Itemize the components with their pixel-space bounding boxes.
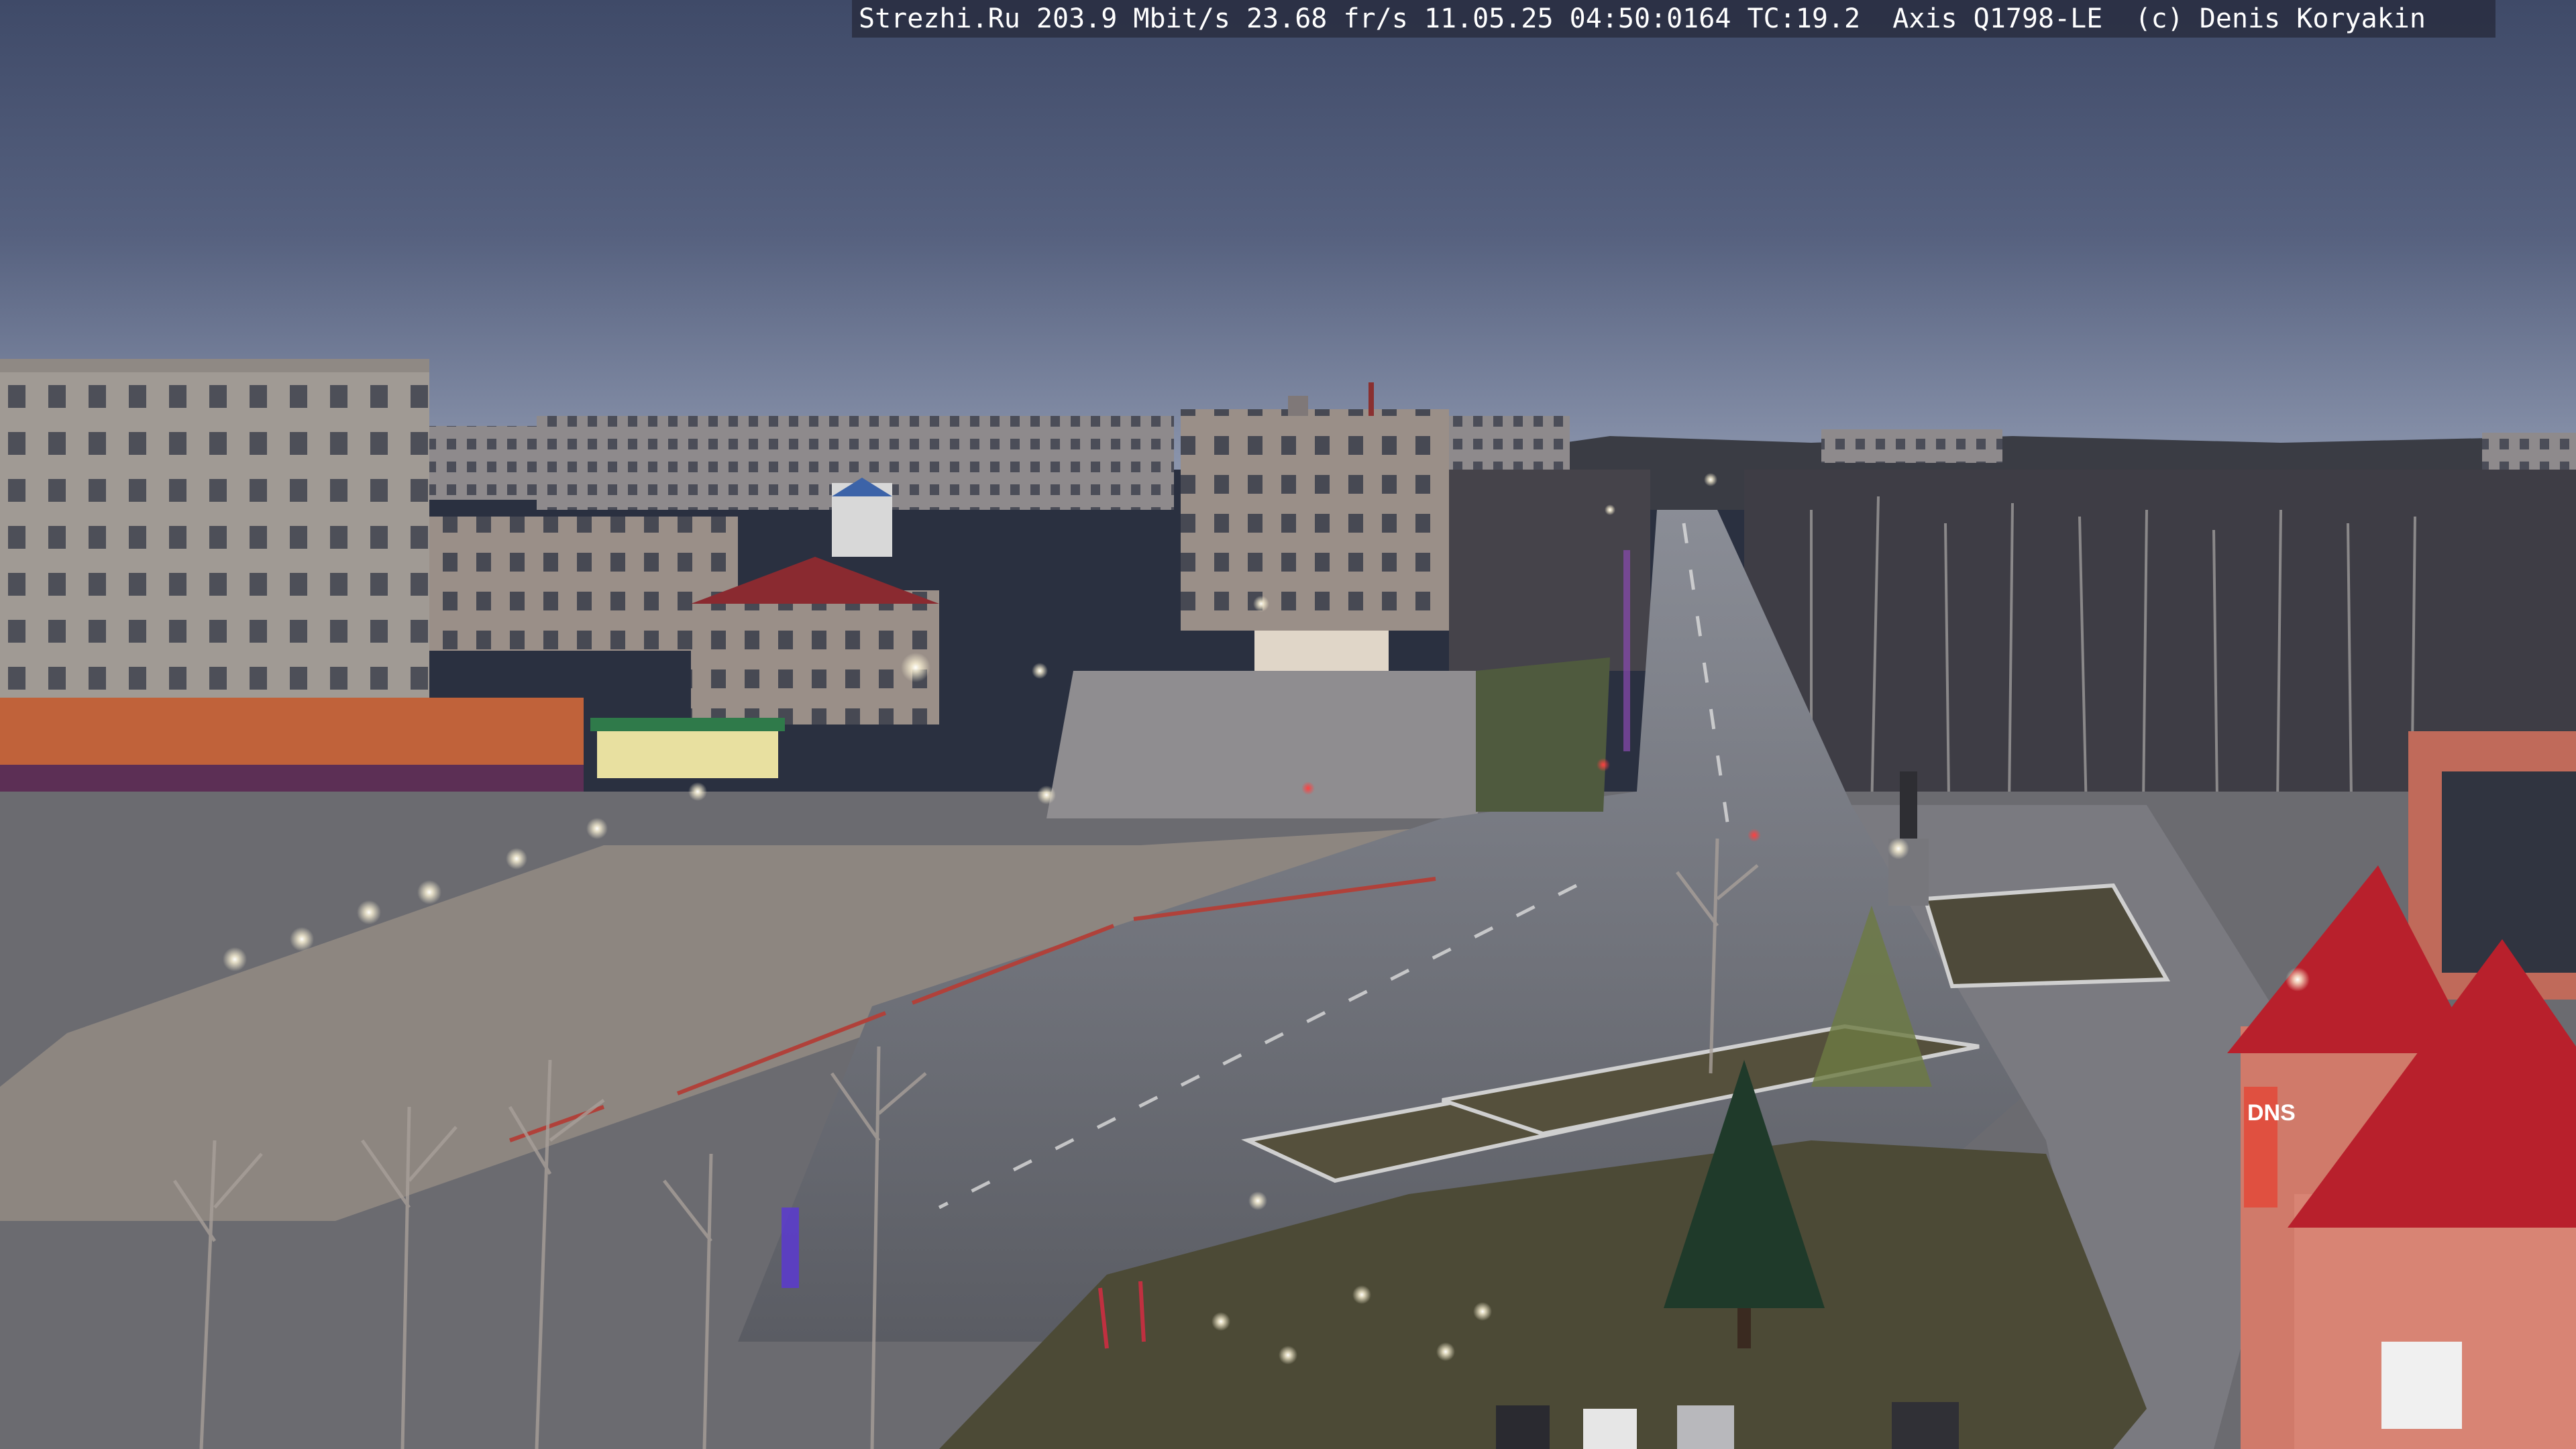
city-view-image: kafe (0, 0, 2576, 1449)
dns-sign: DNS (2247, 1100, 2296, 1126)
camera-overlay-text: Strezhi.Ru 203.9 Mbit/s 23.68 fr/s 11.05… (852, 0, 2496, 38)
webcam-scene: kafe (0, 0, 2576, 1449)
